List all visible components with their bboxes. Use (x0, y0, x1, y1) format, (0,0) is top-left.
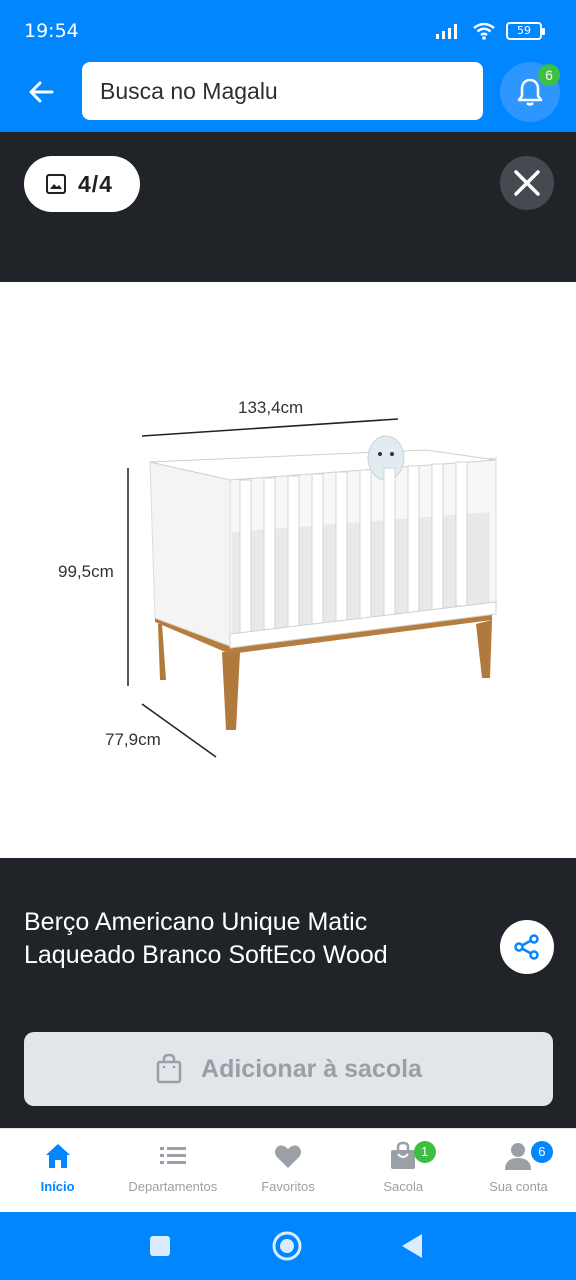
image-counter: 4/4 (24, 156, 140, 212)
nav-label: Departamentos (128, 1179, 218, 1194)
close-gallery-button[interactable] (500, 156, 554, 210)
home-icon (45, 1144, 70, 1168)
arrow-left-icon (29, 81, 54, 103)
back-button[interactable] (22, 72, 62, 112)
nav-label: Sacola (383, 1179, 424, 1194)
signal-icon (436, 24, 457, 39)
image-counter-text: 4/4 (78, 170, 113, 197)
status-icons: 59 (436, 22, 545, 40)
app-header: 19:54 59 Busca no Magalu 6 (0, 0, 576, 132)
nav-item-inicio[interactable]: Início (0, 1129, 115, 1212)
notifications-button[interactable]: 6 (500, 62, 560, 122)
product-image[interactable]: 133,4cm 99,5cm 77,9cm (0, 282, 576, 858)
nav-item-departamentos[interactable]: Departamentos (115, 1129, 230, 1212)
share-icon (514, 934, 539, 960)
add-to-bag-label: Adicionar à sacola (201, 1054, 422, 1083)
nav-item-sacola[interactable]: 1 Sacola (346, 1129, 461, 1212)
product-title: Berço Americano Unique Matic Laqueado Br… (24, 908, 388, 969)
heart-icon (275, 1145, 301, 1168)
bag-badge: 1 (413, 1141, 436, 1163)
bag-icon (391, 1141, 416, 1169)
height-dimension: 99,5cm (58, 562, 114, 581)
share-button[interactable] (500, 920, 554, 974)
home-circle-icon[interactable] (271, 1230, 303, 1262)
nav-item-sua-conta[interactable]: 6 Sua conta (461, 1129, 576, 1212)
nav-label: Início (40, 1179, 75, 1194)
search-input[interactable]: Busca no Magalu (82, 62, 483, 120)
image-icon (46, 174, 66, 194)
status-time: 19:54 (24, 20, 79, 42)
nav-label: Favoritos (261, 1179, 315, 1194)
notification-badge: 6 (538, 64, 560, 86)
list-icon (159, 1147, 186, 1164)
account-badge: 6 (530, 1141, 553, 1163)
shopping-bag-icon (156, 1053, 182, 1084)
width-dimension: 133,4cm (238, 398, 304, 417)
wifi-icon (473, 22, 495, 40)
nav-label: Sua conta (489, 1179, 548, 1194)
user-icon (505, 1143, 532, 1170)
add-to-bag-button[interactable]: Adicionar à sacola (24, 1032, 553, 1106)
close-icon (514, 170, 540, 196)
bottom-navigation: Início Departamentos Favoritos 1 Sacola (0, 1128, 576, 1212)
system-navigation-bar (0, 1212, 576, 1280)
back-triangle-icon[interactable] (400, 1232, 424, 1260)
depth-dimension: 77,9cm (105, 730, 161, 749)
nav-item-favoritos[interactable]: Favoritos (230, 1129, 345, 1212)
battery-indicator: 59 (506, 22, 545, 40)
recents-icon[interactable] (148, 1234, 172, 1258)
